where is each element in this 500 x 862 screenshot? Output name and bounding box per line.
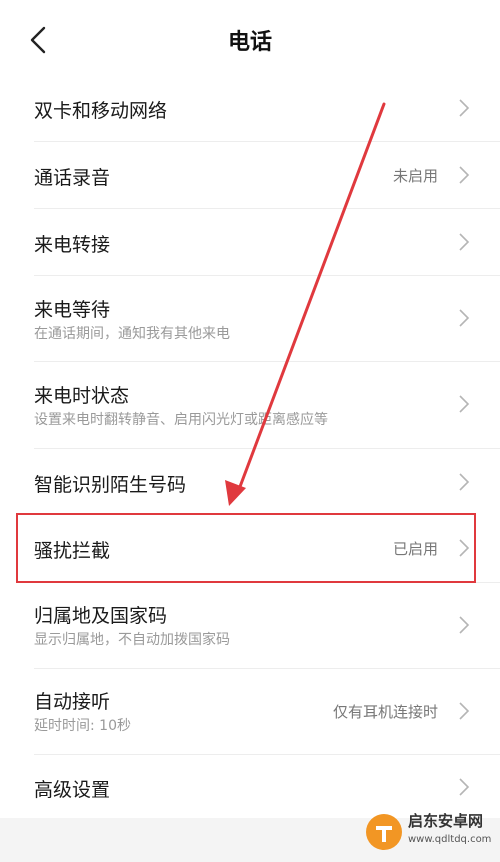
chevron-right-icon: [459, 395, 470, 413]
chevron-right-icon: [459, 166, 470, 184]
setting-row-call-waiting[interactable]: 来电等待 在通话期间，通知我有其他来电: [0, 276, 500, 361]
chevron-right-icon: [459, 309, 470, 327]
setting-description: 在通话期间，通知我有其他来电: [34, 326, 230, 342]
setting-row-incoming-call-status[interactable]: 来电时状态 设置来电时翻转静音、启用闪光灯或距离感应等: [0, 362, 500, 448]
chevron-right-icon: [459, 473, 470, 491]
setting-row-caller-location[interactable]: 归属地及国家码 显示归属地，不自动加拨国家码: [0, 583, 500, 668]
setting-label: 来电等待: [34, 299, 111, 321]
setting-row-smart-caller-id[interactable]: 智能识别陌生号码: [0, 449, 500, 515]
chevron-right-icon: [459, 702, 470, 720]
watermark-url: www.qdltdq.com: [408, 834, 492, 845]
chevron-right-icon: [459, 616, 470, 634]
setting-label: 归属地及国家码: [34, 605, 168, 627]
setting-description: 显示归属地，不自动加拨国家码: [34, 632, 230, 648]
watermark: 启东安卓网 www.qdltdq.com: [364, 808, 494, 856]
setting-description: 设置来电时翻转静音、启用闪光灯或距离感应等: [34, 412, 328, 428]
top-bar: 电话: [0, 0, 500, 75]
setting-label: 双卡和移动网络: [34, 100, 168, 122]
setting-label: 高级设置: [34, 779, 111, 801]
setting-label: 智能识别陌生号码: [34, 474, 187, 496]
setting-row-call-recording[interactable]: 通话录音 未启用: [0, 142, 500, 208]
setting-row-dual-sim[interactable]: 双卡和移动网络: [0, 74, 500, 141]
watermark-logo-icon: [366, 814, 402, 850]
setting-row-call-forwarding[interactable]: 来电转接: [0, 209, 500, 275]
chevron-right-icon: [459, 99, 470, 117]
setting-value: 仅有耳机连接时: [332, 703, 438, 721]
setting-value: 未启用: [392, 167, 438, 185]
highlight-annotation-box: [16, 513, 476, 583]
setting-label: 通话录音: [34, 167, 111, 189]
setting-description: 延时时间: 10秒: [34, 718, 131, 734]
chevron-right-icon: [459, 233, 470, 251]
setting-label: 来电时状态: [34, 385, 130, 407]
watermark-name: 启东安卓网: [408, 812, 484, 830]
page-title: 电话: [227, 30, 272, 55]
setting-row-auto-answer[interactable]: 自动接听 延时时间: 10秒 仅有耳机连接时: [0, 669, 500, 754]
chevron-right-icon: [459, 778, 470, 796]
setting-label: 自动接听: [34, 691, 111, 713]
setting-label: 来电转接: [34, 234, 111, 256]
